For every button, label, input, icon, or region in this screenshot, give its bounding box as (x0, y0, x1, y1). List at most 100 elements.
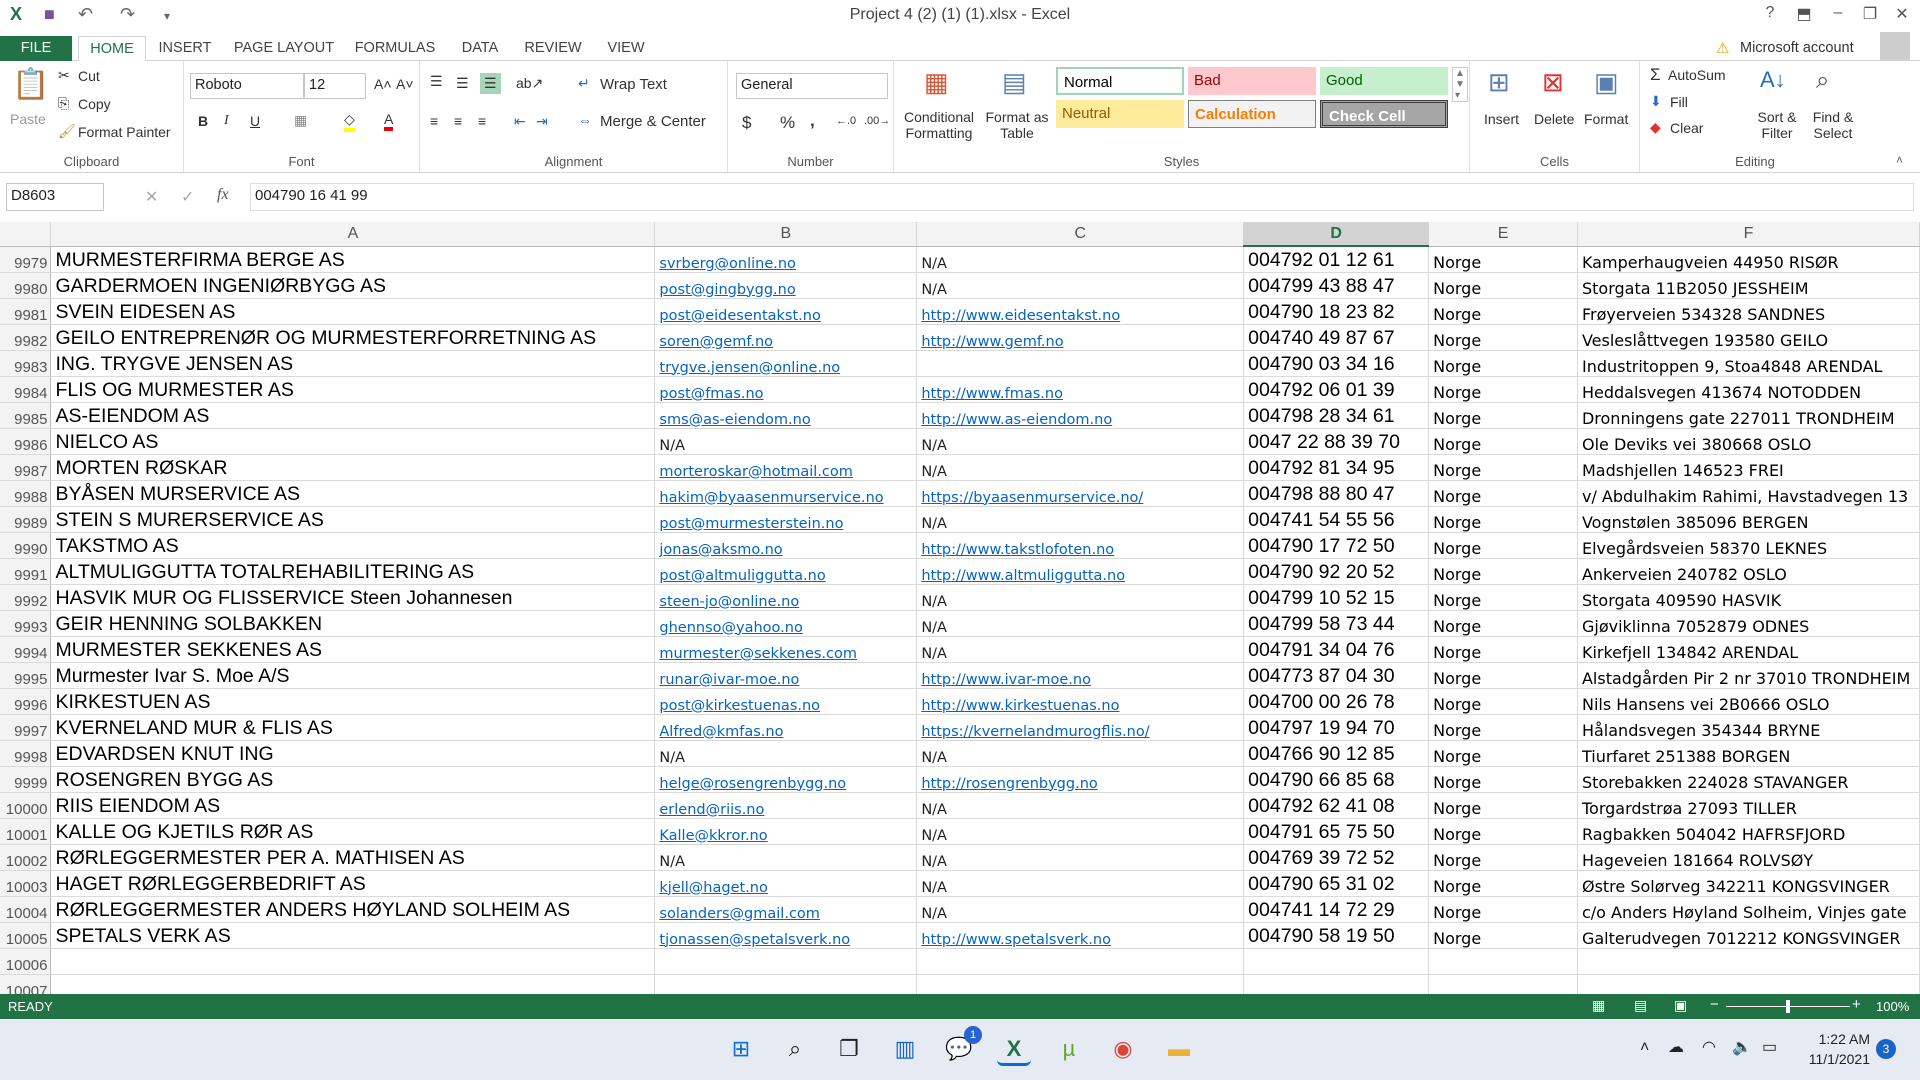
cell-c[interactable]: N/A (916, 818, 1245, 845)
column-header-e[interactable]: E (1428, 222, 1578, 247)
cell-d[interactable]: 004790 58 19 50 (1243, 922, 1430, 949)
cell-e[interactable]: Norge (1428, 662, 1578, 689)
row-header[interactable]: 9980 (0, 272, 52, 299)
underline-button[interactable]: U (250, 113, 260, 129)
cell-e[interactable]: Norge (1428, 350, 1578, 377)
cell-a[interactable]: MURMESTERFIRMA BERGE AS (50, 246, 656, 273)
increase-font-icon[interactable]: A˄ (374, 76, 392, 92)
cell-c[interactable]: http://www.spetalsverk.no (916, 922, 1245, 949)
italic-button[interactable]: I (224, 113, 229, 129)
cell-a[interactable]: STEIN S MURERSERVICE AS (50, 506, 656, 533)
cell-f[interactable]: Kamperhaugveien 44950 RISØR (1577, 246, 1920, 273)
cell-a[interactable]: HAGET RØRLEGGERBEDRIFT AS (50, 870, 656, 897)
cell-b[interactable] (654, 974, 918, 994)
cell-a[interactable]: GEILO ENTREPRENØR OG MURMESTERFORRETNING… (50, 324, 656, 351)
cell-c[interactable] (916, 948, 1245, 975)
cell-a[interactable]: NIELCO AS (50, 428, 656, 455)
cut-button[interactable]: Cut (78, 68, 100, 84)
tray-chevron-icon[interactable]: ˄ (1640, 1039, 1649, 1057)
conditional-formatting-button[interactable]: Conditional Formatting (898, 109, 980, 141)
cell-a[interactable]: ING. TRYGVE JENSEN AS (50, 350, 656, 377)
cell-c[interactable]: N/A (916, 844, 1245, 871)
cell-d[interactable]: 004769 39 72 52 (1243, 844, 1430, 871)
cell-a[interactable]: KIRKESTUEN AS (50, 688, 656, 715)
cell-a[interactable]: KVERNELAND MUR & FLIS AS (50, 714, 656, 741)
cell-e[interactable]: Norge (1428, 766, 1578, 793)
spreadsheet-grid[interactable]: ABCDEF 9979 MURMESTERFIRMA BERGE AS svrber… (0, 222, 1920, 994)
row-header[interactable]: 10003 (0, 870, 52, 897)
row-header[interactable]: 9979 (0, 246, 52, 273)
cell-e[interactable]: Norge (1428, 480, 1578, 507)
cell-a[interactable]: RØRLEGGERMESTER ANDERS HØYLAND SOLHEIM A… (50, 896, 656, 923)
cell-c[interactable]: http://rosengrenbygg.no (916, 766, 1245, 793)
cell-a[interactable]: RIIS EIENDOM AS (50, 792, 656, 819)
cell-b[interactable]: soren@gemf.no (654, 324, 918, 351)
cell-f[interactable]: Gjøviklinna 7052879 ODNES (1577, 610, 1920, 637)
cell-d[interactable]: 004790 18 23 82 (1243, 298, 1430, 325)
cell-d[interactable]: 004790 92 20 52 (1243, 558, 1430, 585)
row-header[interactable]: 9995 (0, 662, 52, 689)
cell-e[interactable]: Norge (1428, 402, 1578, 429)
name-box[interactable]: D8603 (6, 183, 104, 211)
cell-e[interactable]: Norge (1428, 818, 1578, 845)
cell-b[interactable]: tjonassen@spetalsverk.no (654, 922, 918, 949)
copy-button[interactable]: Copy (78, 96, 111, 112)
decrease-font-icon[interactable]: A˅ (396, 76, 414, 92)
cell-d[interactable]: 004791 34 04 76 (1243, 636, 1430, 663)
currency-button[interactable]: $ (742, 113, 751, 133)
style-check-cell[interactable]: Check Cell (1320, 100, 1448, 128)
cell-c[interactable]: N/A (916, 506, 1245, 533)
cell-e[interactable]: Norge (1428, 532, 1578, 559)
cell-d[interactable]: 004740 49 87 67 (1243, 324, 1430, 351)
cell-e[interactable]: Norge (1428, 584, 1578, 611)
cell-e[interactable]: Norge (1428, 688, 1578, 715)
wifi-icon[interactable]: ◠ (1702, 1037, 1716, 1057)
cell-a[interactable]: GARDERMOEN INGENIØRBYGG AS (50, 272, 656, 299)
decrease-decimal-icon[interactable]: .00→ (864, 115, 890, 127)
cell-b[interactable]: morteroskar@hotmail.com (654, 454, 918, 481)
tab-data[interactable]: DATA (452, 36, 508, 61)
cell-f[interactable] (1577, 948, 1920, 975)
cell-e[interactable]: Norge (1428, 844, 1578, 871)
avatar[interactable] (1880, 32, 1910, 60)
collapse-ribbon-icon[interactable]: ˄ (1896, 153, 1903, 167)
cell-a[interactable]: MURMESTER SEKKENES AS (50, 636, 656, 663)
cell-f[interactable]: Ragbakken 504042 HAFRSFJORD (1577, 818, 1920, 845)
cell-c[interactable]: N/A (916, 870, 1245, 897)
cell-b[interactable]: sms@as-eiendom.no (654, 402, 918, 429)
merge-center-button[interactable]: Merge & Center (600, 113, 706, 130)
cell-f[interactable]: v/ Abdulhakim Rahimi, Havstadvegen 13 (1577, 480, 1920, 507)
align-left-icon[interactable]: ≡ (430, 113, 438, 129)
cell-a[interactable]: RØRLEGGERMESTER PER A. MATHISEN AS (50, 844, 656, 871)
cell-e[interactable]: Norge (1428, 428, 1578, 455)
restore-icon[interactable]: ❐ (1852, 4, 1888, 24)
comma-button[interactable]: , (810, 111, 815, 131)
style-bad[interactable]: Bad (1188, 67, 1316, 95)
find-select-button[interactable]: Find & Select (1808, 109, 1858, 141)
format-button[interactable]: Format (1584, 111, 1628, 127)
cell-e[interactable]: Norge (1428, 454, 1578, 481)
formula-input[interactable]: 004790 16 41 99 (250, 183, 1914, 211)
cell-c[interactable]: http://www.gemf.no (916, 324, 1245, 351)
cell-f[interactable]: Kirkefjell 134842 ARENDAL (1577, 636, 1920, 663)
cell-b[interactable]: post@eidesentakst.no (654, 298, 918, 325)
cell-f[interactable]: Østre Solørveg 342211 KONGSVINGER (1577, 870, 1920, 897)
widgets-icon[interactable]: ▥ (888, 1032, 922, 1066)
cell-e[interactable] (1428, 974, 1578, 994)
excel-taskbar-icon[interactable]: X (997, 1032, 1031, 1066)
cell-c[interactable]: N/A (916, 896, 1245, 923)
cell-f[interactable]: Frøyerveien 534328 SANDNES (1577, 298, 1920, 325)
cell-a[interactable]: Murmester Ivar S. Moe A/S (50, 662, 656, 689)
help-icon[interactable]: ? (1752, 4, 1788, 22)
row-header[interactable]: 9997 (0, 714, 52, 741)
cell-c[interactable]: http://www.takstlofoten.no (916, 532, 1245, 559)
cell-d[interactable]: 004799 58 73 44 (1243, 610, 1430, 637)
cell-f[interactable]: Vognstølen 385096 BERGEN (1577, 506, 1920, 533)
cell-a[interactable]: EDVARDSEN KNUT ING (50, 740, 656, 767)
cell-a[interactable]: FLIS OG MURMESTER AS (50, 376, 656, 403)
cell-e[interactable]: Norge (1428, 298, 1578, 325)
cell-f[interactable]: Hageveien 181664 ROLVSØY (1577, 844, 1920, 871)
cell-b[interactable]: erlend@riis.no (654, 792, 918, 819)
column-header-d[interactable]: D (1243, 222, 1430, 247)
cell-d[interactable]: 004766 90 12 85 (1243, 740, 1430, 767)
